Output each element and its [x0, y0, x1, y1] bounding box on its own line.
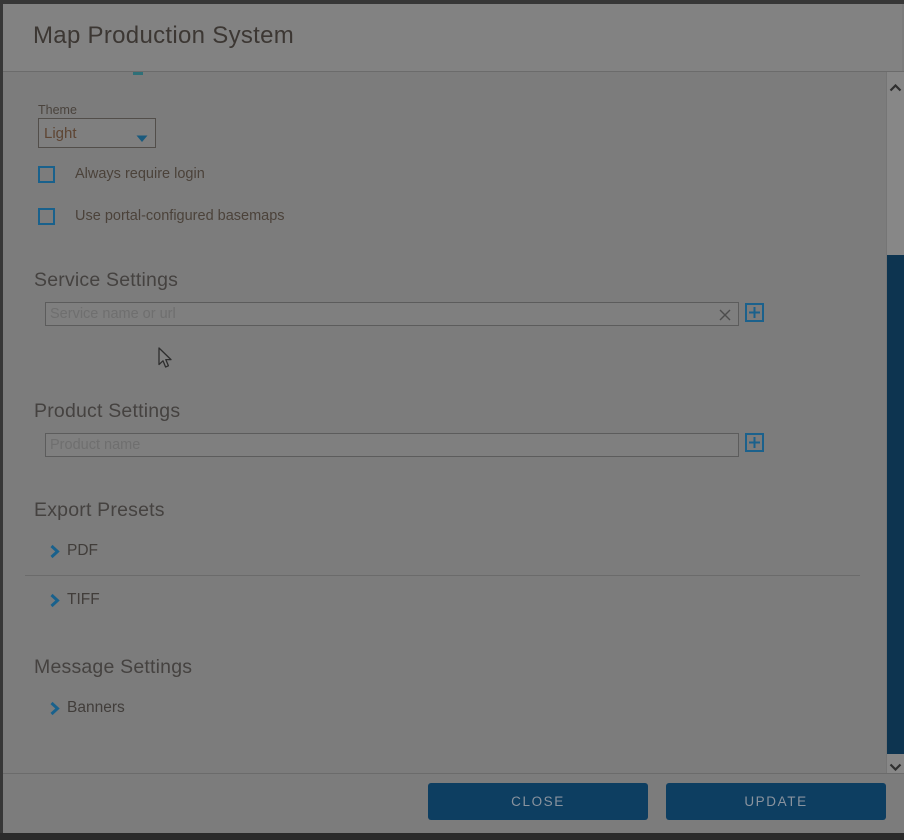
- window-border-bottom: [0, 833, 904, 840]
- footer-divider: [3, 773, 904, 774]
- row-divider: [25, 575, 860, 576]
- service-input-wrap: [45, 302, 739, 326]
- checkbox-portal-basemaps[interactable]: [38, 208, 55, 225]
- window-border-top: [0, 0, 904, 4]
- product-name-input[interactable]: [46, 434, 738, 456]
- scroll-up-icon[interactable]: [889, 79, 902, 87]
- checkbox-label: Always require login: [75, 166, 205, 182]
- window-border-left: [0, 0, 3, 840]
- scrollbar-thumb[interactable]: [887, 255, 904, 754]
- add-service-button[interactable]: [745, 303, 764, 322]
- expand-row-label: Banners: [67, 699, 125, 717]
- expand-row-banners[interactable]: Banners: [49, 699, 349, 717]
- caret-down-icon: [136, 130, 148, 148]
- chevron-right-icon: [49, 593, 60, 613]
- chevron-right-icon: [49, 544, 60, 564]
- expand-row-label: PDF: [67, 542, 98, 560]
- export-presets-heading: Export Presets: [34, 499, 165, 522]
- checkbox-always-require-login[interactable]: [38, 166, 55, 183]
- expand-row-label: TIFF: [67, 591, 100, 609]
- chevron-right-icon: [49, 701, 60, 721]
- checkbox-label: Use portal-configured basemaps: [75, 208, 285, 224]
- map-production-system-dialog: Map Production System Theme Light Always…: [0, 0, 904, 840]
- mouse-cursor-arrow-icon: [158, 347, 173, 374]
- add-product-button[interactable]: [745, 433, 764, 452]
- expand-row-tiff[interactable]: TIFF: [49, 591, 349, 609]
- service-name-input[interactable]: [46, 303, 738, 325]
- vertical-scrollbar[interactable]: [886, 72, 904, 773]
- product-input-wrap: [45, 433, 739, 457]
- message-settings-heading: Message Settings: [34, 656, 192, 679]
- theme-select-value: Light: [39, 125, 77, 142]
- update-button[interactable]: UPDATE: [666, 783, 886, 820]
- product-settings-heading: Product Settings: [34, 400, 180, 423]
- dialog-header: Map Production System: [3, 4, 902, 71]
- theme-label: Theme: [38, 103, 77, 117]
- scroll-down-icon[interactable]: [889, 758, 902, 766]
- page-title: Map Production System: [33, 22, 294, 50]
- close-button[interactable]: CLOSE: [428, 783, 648, 820]
- service-settings-heading: Service Settings: [34, 269, 178, 292]
- scrolled-element-fragment: [133, 72, 143, 75]
- expand-row-pdf[interactable]: PDF: [49, 542, 349, 560]
- theme-select[interactable]: Light: [38, 118, 156, 148]
- clear-input-icon[interactable]: [719, 308, 731, 320]
